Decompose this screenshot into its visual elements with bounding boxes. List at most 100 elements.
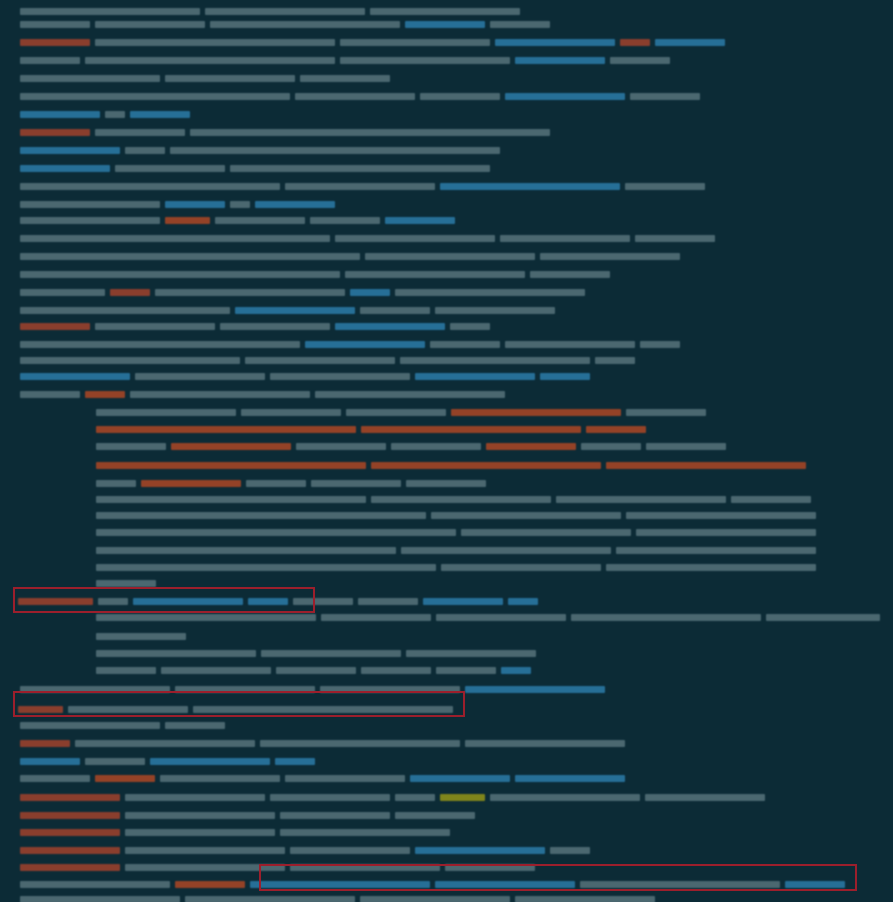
blurred-text-segment	[370, 7, 520, 15]
blurred-text-segment	[360, 895, 510, 902]
blurred-text-segment	[540, 252, 680, 260]
blurred-text-segment	[360, 306, 430, 314]
blurred-text-segment	[440, 182, 620, 190]
log-line	[96, 460, 811, 470]
blurred-text-segment	[540, 372, 590, 380]
blurred-text-segment	[365, 252, 535, 260]
log-line	[20, 389, 510, 399]
blurred-text-segment	[436, 666, 496, 674]
log-line	[20, 720, 230, 730]
blurred-text-segment	[125, 146, 165, 154]
log-line	[20, 827, 455, 837]
log-line	[96, 527, 821, 537]
log-line	[20, 269, 615, 279]
blurred-text-segment	[285, 774, 405, 782]
blurred-text-segment	[415, 846, 545, 854]
blurred-text-segment	[96, 546, 396, 554]
blurred-text-segment	[96, 511, 426, 519]
blurred-text-segment	[515, 56, 605, 64]
blurred-text-segment	[436, 613, 566, 621]
log-line	[96, 562, 821, 572]
blurred-text-segment	[581, 442, 641, 450]
blurred-text-segment	[486, 442, 576, 450]
blurred-text-segment	[245, 356, 395, 364]
log-line	[20, 215, 460, 225]
blurred-text-segment	[96, 563, 436, 571]
blurred-text-segment	[410, 774, 510, 782]
blurred-text-segment	[430, 340, 500, 348]
blurred-text-segment	[508, 597, 538, 605]
log-line	[96, 648, 541, 658]
blurred-text-segment	[255, 200, 335, 208]
blurred-text-segment	[165, 721, 225, 729]
blurred-text-segment	[85, 390, 125, 398]
blurred-text-segment	[220, 322, 330, 330]
blurred-text-segment	[371, 461, 601, 469]
blurred-text-segment	[423, 597, 503, 605]
blurred-text-segment	[96, 528, 456, 536]
blurred-text-segment	[431, 511, 621, 519]
blurred-text-segment	[20, 234, 330, 242]
blurred-text-segment	[465, 685, 605, 693]
blurred-text-segment	[125, 811, 275, 819]
blurred-text-segment	[461, 528, 631, 536]
log-line	[96, 441, 731, 451]
blurred-text-segment	[400, 356, 590, 364]
log-line	[20, 181, 710, 191]
blurred-text-segment	[96, 461, 366, 469]
blurred-text-segment	[20, 38, 90, 46]
blurred-text-segment	[171, 442, 291, 450]
blurred-text-segment	[501, 666, 531, 674]
log-line	[20, 355, 640, 365]
blurred-text-segment	[616, 546, 816, 554]
blurred-text-segment	[246, 479, 306, 487]
blurred-text-segment	[230, 200, 250, 208]
blurred-text-segment	[96, 666, 156, 674]
log-line	[20, 339, 685, 349]
blurred-text-segment	[571, 613, 761, 621]
blurred-text-segment	[440, 793, 485, 801]
from-header-highlight	[13, 691, 465, 717]
blurred-text-segment	[20, 20, 90, 28]
blurred-text-segment	[550, 846, 590, 854]
blurred-text-segment	[125, 793, 265, 801]
log-line	[96, 407, 711, 417]
blurred-text-segment	[595, 356, 635, 364]
blurred-text-segment	[340, 38, 490, 46]
blurred-text-segment	[155, 288, 345, 296]
blurred-text-segment	[505, 340, 635, 348]
blurred-text-segment	[640, 340, 680, 348]
blurred-text-segment	[215, 216, 305, 224]
blurred-text-segment	[515, 895, 655, 902]
blurred-text-segment	[335, 322, 445, 330]
blurred-text-segment	[20, 7, 200, 15]
blurred-text-segment	[20, 92, 290, 100]
blurred-text-segment	[415, 372, 535, 380]
blurred-text-segment	[20, 146, 120, 154]
log-line	[20, 6, 525, 16]
blurred-text-segment	[175, 880, 245, 888]
blurred-text-segment	[361, 666, 431, 674]
blurred-text-segment	[20, 880, 170, 888]
blurred-text-segment	[340, 56, 510, 64]
blurred-text-segment	[96, 613, 316, 621]
blurred-text-segment	[20, 811, 120, 819]
log-line	[96, 665, 536, 675]
blurred-text-segment	[441, 563, 601, 571]
log-line	[96, 545, 821, 555]
blurred-text-segment	[75, 739, 255, 747]
log-line	[96, 631, 191, 641]
blurred-text-segment	[20, 372, 130, 380]
blurred-text-segment	[586, 425, 646, 433]
blurred-text-segment	[20, 721, 160, 729]
blurred-text-segment	[20, 793, 120, 801]
blurred-text-segment	[235, 306, 355, 314]
blurred-text-segment	[20, 288, 105, 296]
log-line	[20, 773, 630, 783]
blurred-text-segment	[20, 200, 160, 208]
blurred-text-segment	[20, 322, 90, 330]
log-line	[96, 494, 816, 504]
blurred-text-segment	[530, 270, 610, 278]
blurred-text-segment	[766, 613, 880, 621]
blurred-text-segment	[346, 408, 446, 416]
